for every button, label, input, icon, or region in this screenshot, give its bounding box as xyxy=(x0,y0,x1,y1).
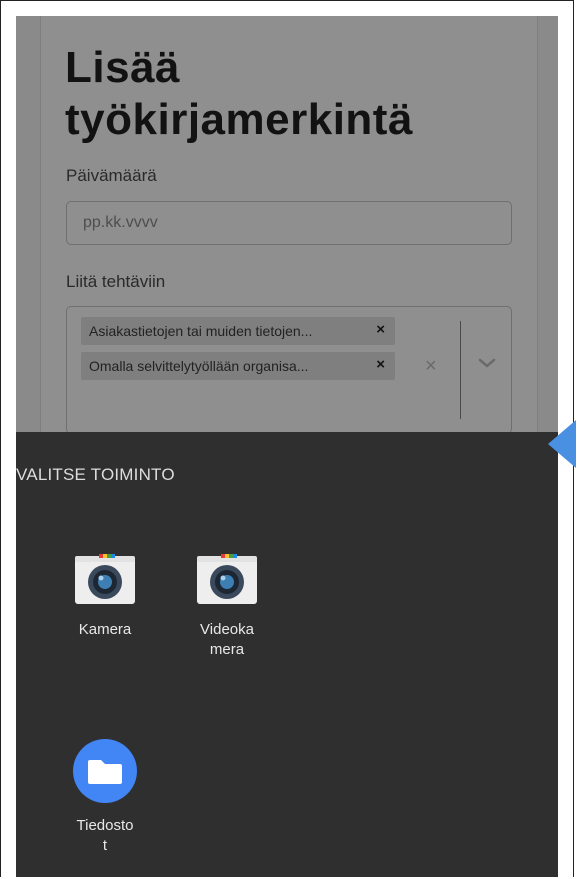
folder-icon xyxy=(73,739,137,803)
chip-remove-button[interactable]: × xyxy=(376,356,385,373)
page-title: Lisää työkirjamerkintä xyxy=(65,43,413,144)
app-label: Videoka mera xyxy=(200,621,254,658)
chip-remove-button[interactable]: × xyxy=(376,321,385,338)
task-chip: Omalla selvittelytyöllään organisa... × xyxy=(81,352,395,380)
task-chip-label: Omalla selvittelytyöllään organisa... xyxy=(89,358,309,374)
task-chip-label: Asiakastietojen tai muiden tietojen... xyxy=(89,323,313,339)
pointer-arrow-icon xyxy=(548,420,576,468)
camera-icon xyxy=(197,554,257,604)
date-input[interactable]: pp.kk.vvvv xyxy=(66,201,512,245)
device-frame: Lisää työkirjamerkintä Päivämäärä pp.kk.… xyxy=(0,0,574,877)
chooser-title: VALITSE TOIMINTO xyxy=(16,465,175,484)
divider xyxy=(460,321,461,419)
date-label: Päivämäärä xyxy=(66,166,157,185)
action-chooser-sheet: VALITSE TOIMINTO Kamera Videoka mera Tie… xyxy=(16,432,558,877)
screen: Lisää työkirjamerkintä Päivämäärä pp.kk.… xyxy=(16,16,558,877)
camera-icon xyxy=(75,554,135,604)
app-videokamera[interactable]: Videoka mera xyxy=(182,552,272,660)
date-placeholder: pp.kk.vvvv xyxy=(83,214,158,231)
tasks-multiselect[interactable]: Asiakastietojen tai muiden tietojen... ×… xyxy=(66,306,512,434)
chevron-down-icon[interactable] xyxy=(475,351,499,375)
task-chip: Asiakastietojen tai muiden tietojen... × xyxy=(81,317,395,345)
app-tiedostot[interactable]: Tiedosto t xyxy=(60,738,150,856)
app-label: Tiedosto t xyxy=(76,817,134,854)
tasks-label: Liitä tehtäviin xyxy=(66,272,166,291)
app-label: Kamera xyxy=(78,621,132,638)
app-kamera[interactable]: Kamera xyxy=(60,552,150,640)
clear-all-button[interactable]: × xyxy=(425,355,437,378)
